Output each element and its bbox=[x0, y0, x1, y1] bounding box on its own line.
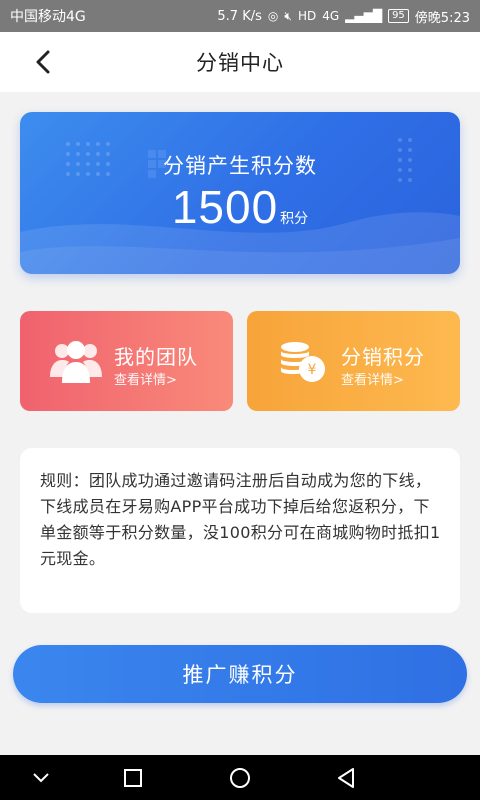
signal-icon: ▂▄▆█ bbox=[345, 9, 383, 23]
my-team-details-link[interactable]: 查看详情> bbox=[114, 369, 177, 388]
distribution-points-details-link[interactable]: 查看详情> bbox=[341, 369, 404, 388]
page-title: 分销中心 bbox=[196, 51, 284, 75]
points-label: 分销产生积分数 bbox=[163, 154, 317, 178]
distribution-points-tile[interactable]: ¥ 分销积分 查看详情> bbox=[247, 311, 460, 411]
back-nav-icon[interactable] bbox=[334, 765, 360, 791]
coins-icon: ¥ bbox=[281, 342, 325, 382]
recent-apps-icon[interactable] bbox=[120, 765, 146, 791]
status-bar: 中国移动4G 5.7 K/s ◎ 🔇︎ HD 4G ▂▄▆█ 95 傍晚5:23 bbox=[0, 0, 480, 32]
status-indicators: 5.7 K/s ◎ 🔇︎ HD 4G ▂▄▆█ 95 傍晚5:23 bbox=[217, 7, 470, 26]
svg-text:¥: ¥ bbox=[308, 362, 317, 378]
my-team-title: 我的团队 bbox=[114, 345, 198, 369]
home-icon[interactable] bbox=[227, 765, 253, 791]
header: 分销中心 bbox=[0, 32, 480, 92]
hide-keyboard-icon[interactable] bbox=[28, 765, 54, 791]
rules-card: 规则：团队成功通过邀请码注册后自动成为您的下线，下线成员在牙易购APP平台成功下… bbox=[20, 448, 460, 613]
back-button[interactable] bbox=[30, 48, 58, 76]
points-unit: 积分 bbox=[280, 211, 309, 227]
points-value-row: 1500 积分 bbox=[20, 180, 460, 234]
network-speed: 5.7 K/s bbox=[217, 8, 262, 24]
distribution-points-title: 分销积分 bbox=[341, 345, 425, 369]
network-type: 4G bbox=[322, 9, 340, 23]
points-summary-card: 分销产生积分数 1500 积分 bbox=[20, 112, 460, 274]
carrier-label: 中国移动4G bbox=[10, 9, 86, 25]
hotspot-icon: ◎ bbox=[267, 9, 279, 23]
mute-icon: 🔇︎ bbox=[284, 8, 292, 23]
clock: 傍晚5:23 bbox=[414, 10, 470, 26]
promote-earn-points-button[interactable]: 推广赚积分 bbox=[13, 645, 467, 703]
points-value: 1500 bbox=[171, 181, 279, 233]
chevron-left-icon bbox=[36, 50, 50, 74]
rules-text: 规则：团队成功通过邀请码注册后自动成为您的下线，下线成员在牙易购APP平台成功下… bbox=[40, 471, 441, 568]
system-nav-bar bbox=[0, 755, 480, 800]
my-team-tile[interactable]: 我的团队 查看详情> bbox=[20, 311, 233, 411]
team-icon bbox=[50, 341, 102, 383]
battery-icon: 95 bbox=[388, 9, 409, 23]
hd-icon: HD bbox=[297, 9, 317, 23]
